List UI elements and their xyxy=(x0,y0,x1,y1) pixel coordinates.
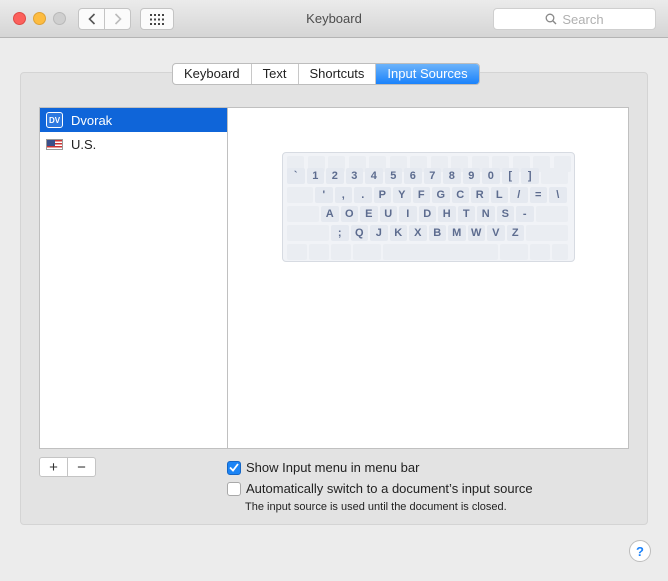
blank-key xyxy=(309,244,329,260)
key-label: 3 xyxy=(345,168,363,184)
key-label: L xyxy=(490,187,508,203)
blank-key xyxy=(287,244,307,260)
auto-switch-label: Automatically switch to a document’s inp… xyxy=(246,481,533,496)
key-label: C xyxy=(451,187,469,203)
blank-key xyxy=(530,244,550,260)
key-label: O xyxy=(340,206,358,222)
key-label: V xyxy=(487,225,505,241)
key-label: M xyxy=(448,225,466,241)
key-label: 0 xyxy=(482,168,500,184)
key-label: 5 xyxy=(384,168,402,184)
list-item-label: U.S. xyxy=(71,136,97,152)
key-label: A xyxy=(321,206,339,222)
blank-key xyxy=(526,225,568,241)
tab-text[interactable]: Text xyxy=(252,64,299,84)
keyboard-layout-preview: ` 1 2 3 4 5 6 7 8 9 0[] ',. P Y F G C R L / = \ A O E U I D H T N S -; Q J… xyxy=(282,152,575,262)
key-label: ] xyxy=(521,168,539,184)
key-label: . xyxy=(354,187,372,203)
key-label: I xyxy=(399,206,417,222)
show-input-menu-checkbox[interactable] xyxy=(227,460,241,475)
show-input-menu-label: Show Input menu in menu bar xyxy=(246,460,420,475)
key-label: T xyxy=(457,206,475,222)
blank-key xyxy=(353,244,381,260)
key-label: W xyxy=(467,225,485,241)
search-field[interactable]: Search xyxy=(493,8,656,30)
key-label: ' xyxy=(315,187,333,203)
tab-input-sources[interactable]: Input Sources xyxy=(376,64,479,84)
key-label: / xyxy=(510,187,528,203)
key-label: X xyxy=(409,225,427,241)
blank-key xyxy=(287,225,329,241)
checkmark-icon xyxy=(229,463,239,472)
blank-key xyxy=(552,244,568,260)
tab-keyboard[interactable]: Keyboard xyxy=(173,64,252,84)
key-label: N xyxy=(477,206,495,222)
key-label: G xyxy=(432,187,450,203)
key-label: U xyxy=(379,206,397,222)
auto-switch-checkbox[interactable] xyxy=(227,481,241,496)
key-label: S xyxy=(496,206,514,222)
key-label: J xyxy=(370,225,388,241)
key-label: E xyxy=(360,206,378,222)
key-label: [ xyxy=(501,168,519,184)
blank-key xyxy=(331,244,351,260)
key-label: 1 xyxy=(306,168,324,184)
us-flag-icon xyxy=(46,138,63,150)
key-label: Z xyxy=(506,225,524,241)
help-button[interactable]: ? xyxy=(629,540,651,562)
key-label: D xyxy=(418,206,436,222)
remove-source-button[interactable]: − xyxy=(68,458,95,476)
tab-shortcuts[interactable]: Shortcuts xyxy=(299,64,377,84)
key-label: 7 xyxy=(423,168,441,184)
key-label: = xyxy=(529,187,547,203)
key-label: H xyxy=(438,206,456,222)
key-label: 8 xyxy=(443,168,461,184)
tab-bar: Keyboard Text Shortcuts Input Sources xyxy=(172,63,480,85)
key-label: \ xyxy=(549,187,567,203)
key-label: P xyxy=(373,187,391,203)
blank-key xyxy=(287,187,313,203)
key-label: - xyxy=(516,206,534,222)
key-label: ; xyxy=(331,225,349,241)
title-bar: Keyboard Search xyxy=(0,0,668,38)
key-label: B xyxy=(428,225,446,241)
auto-switch-note: The input source is used until the docum… xyxy=(245,501,507,513)
key-label: 6 xyxy=(404,168,422,184)
search-placeholder: Search xyxy=(562,11,604,27)
input-source-list[interactable]: DV Dvorak U.S. xyxy=(39,107,228,449)
key-label: 9 xyxy=(462,168,480,184)
key-label: , xyxy=(334,187,352,203)
key-label: 2 xyxy=(326,168,344,184)
add-remove-buttons: + − xyxy=(39,457,96,477)
dvorak-badge-icon: DV xyxy=(46,112,63,128)
auto-switch-option[interactable]: Automatically switch to a document’s inp… xyxy=(227,481,533,496)
blank-key xyxy=(383,244,498,260)
key-label: Q xyxy=(350,225,368,241)
blank-key xyxy=(535,206,568,222)
key-label: K xyxy=(389,225,407,241)
blank-key xyxy=(540,168,568,184)
key-label: Y xyxy=(393,187,411,203)
search-icon xyxy=(545,13,557,25)
key-label: R xyxy=(471,187,489,203)
add-source-button[interactable]: + xyxy=(40,458,68,476)
list-item-us[interactable]: U.S. xyxy=(40,132,228,156)
list-item-dvorak[interactable]: DV Dvorak xyxy=(40,108,228,132)
key-label: F xyxy=(412,187,430,203)
blank-key xyxy=(287,206,319,222)
blank-key xyxy=(500,244,528,260)
key-label: ` xyxy=(287,168,305,184)
show-input-menu-option[interactable]: Show Input menu in menu bar xyxy=(227,460,419,475)
key-label: 4 xyxy=(365,168,383,184)
list-item-label: Dvorak xyxy=(71,112,113,128)
